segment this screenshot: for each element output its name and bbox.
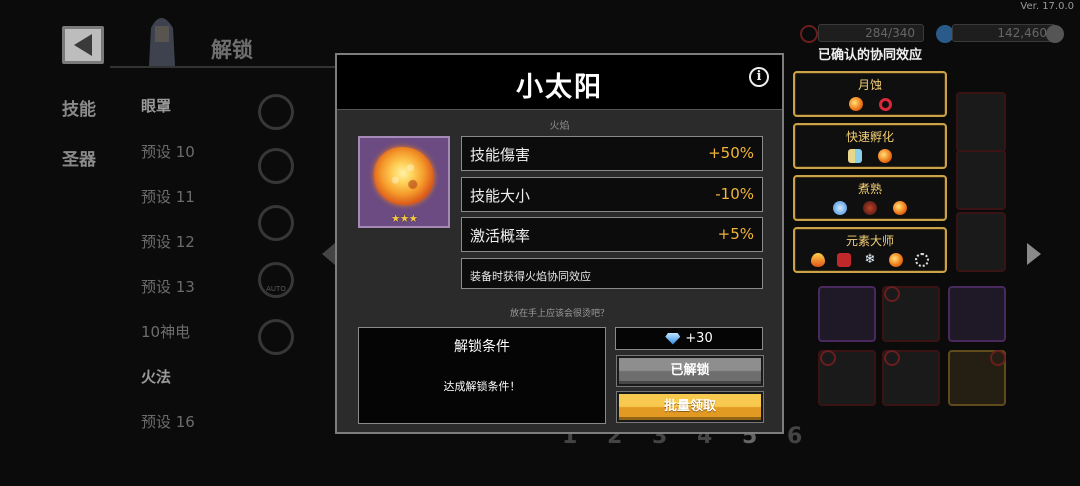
synergy-card[interactable]: 快速孵化 [793,123,947,169]
flame-icon [811,253,825,267]
next-arrow-icon[interactable] [1027,243,1041,265]
ban-icon[interactable] [258,205,294,241]
relic-slot[interactable] [956,92,1006,152]
heart-icon [837,253,851,267]
item-category: 火焰 [549,121,570,132]
gem-counter: 142,460 [952,24,1056,42]
preset-item[interactable]: 预设 16 [141,411,195,432]
unlocked-button[interactable]: 已解锁 [617,356,763,386]
page-number[interactable]: 6 [787,424,802,449]
stat-value: +5% [717,225,754,243]
back-button[interactable] [62,26,104,64]
item-title: 小太阳 [516,72,603,103]
synergy-name: 元素大师 [845,234,894,248]
fire-orb-icon [893,201,907,215]
preset-item[interactable]: 10神电 [141,321,190,342]
dark-orb-icon [863,201,877,215]
unlock-text: 达成解锁条件！ [443,380,521,393]
ban-icon [990,350,1006,366]
item-detail-modal: 小太阳 i 火焰 ★★★ 技能傷害 +50% 技能大小 -10% 激活概率 +5… [335,53,784,434]
title-divider [110,66,340,68]
preset-item[interactable]: 火法 [141,366,171,387]
character-avatar [149,18,175,66]
snowflake-icon: ❄ [864,252,876,267]
auto-label: AUTO [266,285,286,293]
item-portrait: ★★★ [358,136,450,228]
energy-counter: 284/340 [818,24,924,42]
preset-item[interactable]: 预设 13 [141,276,195,297]
synergy-name: 月蚀 [857,78,882,92]
stat-value: -10% [715,185,754,203]
gem-reward-amount: +30 [685,331,713,346]
red-ring-icon [878,97,892,111]
relic-slot[interactable] [956,150,1006,210]
eggs-icon [848,149,862,163]
preset-item[interactable]: 眼罩 [141,95,171,116]
preset-item[interactable]: 预设 11 [141,186,195,207]
preset-item[interactable]: 预设 12 [141,231,195,252]
fire-orb-icon [889,253,903,267]
item-stars: ★★★ [390,212,419,225]
unlock-title: 解锁条件 [454,339,510,355]
equip-note-row: 装备时获得火焰协同效应 [461,258,763,289]
synergy-header: 已确认的协同效应 [817,48,922,63]
swirl-icon [915,253,929,267]
ice-orb-icon [833,201,847,215]
brush-icon[interactable] [258,148,294,184]
page-title: 解锁 [211,38,253,62]
stat-label: 激活概率 [470,227,531,245]
ban-icon [884,350,900,366]
synergy-card[interactable]: 元素大师 ❄ [793,227,947,273]
ban-icon [820,350,836,366]
back-arrow-icon [74,34,92,56]
gem-reward: +30 [615,327,763,350]
stat-value: +50% [708,144,754,162]
little-sun-icon [374,147,434,205]
relic-slot[interactable] [818,286,876,342]
fire-orb-icon [878,149,892,163]
version-label: Ver. 17.0.0 [1020,1,1074,12]
flavor-text: 放在手上应该会很烫吧？ [509,309,609,319]
edit-icon[interactable] [258,94,294,130]
modal-header: 小太阳 i [337,55,782,110]
preset-item[interactable]: 预设 10 [141,141,195,162]
relic-slot[interactable] [956,212,1006,272]
energy-icon [800,25,818,43]
info-icon[interactable]: i [749,67,769,87]
auto-icon[interactable]: AUTO [258,262,294,298]
unlock-condition-box: 解锁条件 达成解锁条件！ [358,327,606,424]
add-gems-icon[interactable] [1046,25,1064,43]
tab-relics[interactable]: 圣器 [62,145,96,170]
synergy-card[interactable]: 月蚀 [793,71,947,117]
ban-icon[interactable] [258,319,294,355]
relic-slot[interactable] [948,286,1006,342]
diamond-icon [665,332,681,345]
equip-note: 装备时获得火焰协同效应 [470,270,591,283]
tab-skills[interactable]: 技能 [62,95,96,120]
stat-row: 激活概率 +5% [461,217,763,252]
stat-label: 技能傷害 [470,146,531,164]
prev-arrow-icon[interactable] [322,243,335,265]
fire-orb-icon [848,97,863,111]
stat-row: 技能大小 -10% [461,177,763,212]
stat-label: 技能大小 [470,187,531,205]
ban-icon [884,286,900,302]
synergy-name: 快速孵化 [845,130,894,144]
stat-row: 技能傷害 +50% [461,136,763,171]
bulk-claim-button[interactable]: 批量领取 [617,392,763,422]
synergy-name: 煮熟 [857,182,882,196]
synergy-card[interactable]: 煮熟 [793,175,947,221]
